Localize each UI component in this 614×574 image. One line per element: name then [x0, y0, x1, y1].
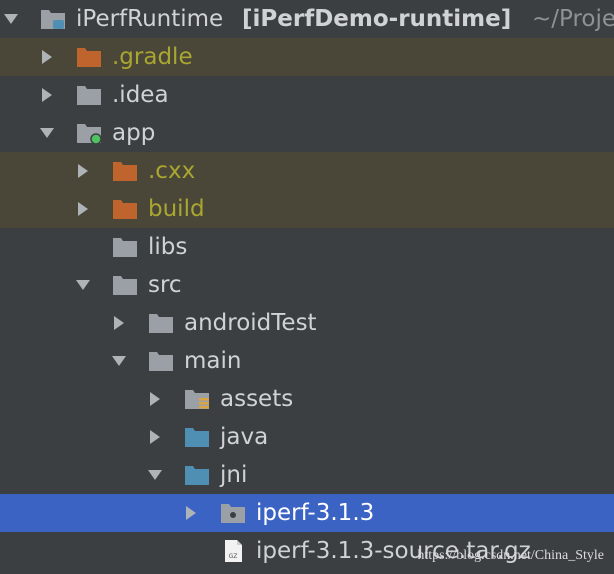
tree-node-label: libs [148, 234, 188, 260]
svg-text:GZ: GZ [229, 553, 238, 560]
tree-node-assets[interactable]: assets [0, 380, 614, 418]
tree-node-androidtest[interactable]: androidTest [0, 304, 614, 342]
tree-node-src[interactable]: src [0, 266, 614, 304]
project-icon [41, 10, 65, 29]
module-folder-icon [77, 124, 102, 145]
tree-node-label: java [220, 424, 269, 450]
tree-node-label: androidTest [184, 310, 317, 336]
collapsed-arrow-icon[interactable] [184, 506, 198, 520]
gz-archive-icon: GZ [225, 540, 242, 562]
project-name: iPerfRuntime [76, 6, 224, 32]
tree-node-main[interactable]: main [0, 342, 614, 380]
tree-node-app[interactable]: app [0, 114, 614, 152]
folder-icon [77, 48, 101, 67]
tree-node-label: jni [220, 462, 248, 488]
folder-icon [113, 238, 137, 257]
expanded-arrow-icon[interactable] [148, 468, 162, 482]
collapsed-arrow-icon[interactable] [148, 430, 162, 444]
collapsed-arrow-icon[interactable] [148, 392, 162, 406]
tree-node-iperf-3-1-3[interactable]: iperf-3.1.3 [0, 494, 614, 532]
collapsed-arrow-icon[interactable] [112, 316, 126, 330]
folder-icon [149, 314, 173, 333]
collapsed-arrow-icon[interactable] [40, 50, 54, 64]
folder-icon [77, 86, 101, 105]
tree-node-label: iperf-3.1.3 [256, 500, 375, 526]
tree-node-label: .cxx [148, 158, 196, 184]
expanded-arrow-icon[interactable] [40, 126, 54, 140]
project-path: ~/Proje [532, 6, 614, 32]
source-folder-icon [185, 466, 209, 485]
tree-node-idea[interactable]: .idea [0, 76, 614, 114]
tree-node-label: build [148, 196, 205, 222]
source-folder-icon [185, 428, 209, 447]
tree-node-jni[interactable]: jni [0, 456, 614, 494]
tree-node-label: src [148, 272, 182, 298]
folder-icon [113, 200, 137, 219]
tree-node-label: main [184, 348, 242, 374]
tree-node-label: .idea [112, 82, 169, 108]
collapsed-arrow-icon[interactable] [76, 202, 90, 216]
tree-node-cxx[interactable]: .cxx [0, 152, 614, 190]
tree-node-gradle[interactable]: .gradle [0, 38, 614, 76]
watermark: https://blog.csdn.net/China_Style [417, 548, 604, 563]
tree-node-label: .gradle [112, 44, 193, 70]
expanded-arrow-icon[interactable] [4, 12, 18, 26]
expanded-arrow-icon[interactable] [112, 354, 126, 368]
folder-icon [149, 352, 173, 371]
tree-node-libs[interactable]: libs [0, 228, 614, 266]
collapsed-arrow-icon[interactable] [76, 164, 90, 178]
package-folder-icon [221, 504, 245, 523]
expanded-arrow-icon[interactable] [76, 278, 90, 292]
tree-node-label: assets [220, 386, 294, 412]
folder-icon [113, 162, 137, 181]
tree-node-label: app [112, 120, 156, 146]
collapsed-arrow-icon[interactable] [40, 88, 54, 102]
tree-node-build[interactable]: build [0, 190, 614, 228]
tree-node-java[interactable]: java [0, 418, 614, 456]
project-module: [iPerfDemo-runtime] [242, 6, 512, 32]
resources-folder-icon [185, 390, 209, 409]
folder-icon [113, 276, 137, 295]
tree-root-row[interactable]: iPerfRuntime [iPerfDemo-runtime] ~/Proje [0, 0, 614, 38]
project-tree: iPerfRuntime [iPerfDemo-runtime] ~/Proje… [0, 0, 614, 574]
